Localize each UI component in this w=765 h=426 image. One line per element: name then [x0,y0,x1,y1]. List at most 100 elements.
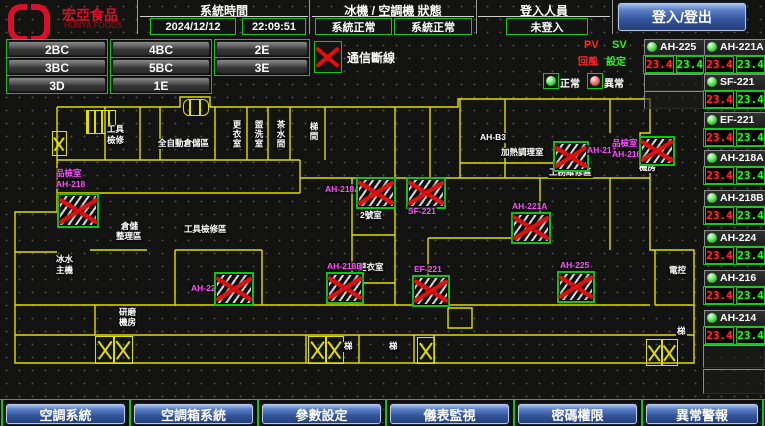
nav-password-authority-button[interactable]: 密碼權限 [518,404,637,424]
room-label: 機房 [118,318,137,328]
unit-values: 23.4 23.4 [703,166,765,185]
nav-abnormal-alarm-button[interactable]: 異常警報 [646,404,758,424]
footer-divider [129,400,131,426]
unit-led-icon [647,42,657,52]
unit-ah-216[interactable]: AH-216 [704,270,765,286]
room-label: 梯 [343,342,354,352]
device-icon-sf-221[interactable] [406,177,446,209]
room-label: 盥洗室 [253,120,265,149]
room-label: 茶水間 [275,120,287,149]
sv-value: 23.4 [736,129,765,146]
unit-led-icon [707,313,717,323]
unit-name: AH-225 [660,41,696,53]
shaft-icon [95,336,115,364]
room-label: 梯 [388,342,399,352]
pv-value: 23.4 [705,91,734,108]
nav-ahu-system-button[interactable]: 空調箱系統 [134,404,253,424]
shaft-icon [661,339,678,366]
unit-ah-218a[interactable]: AH-218A [704,150,765,166]
shaft-icon [113,336,133,364]
pv-value: 23.4 [705,207,734,224]
device-icon-ah-218[interactable] [57,193,99,228]
shaft-icon [417,337,435,364]
unit-values: 23.4 23.4 [703,206,765,225]
unit-sf-221[interactable]: SF-221 [704,74,765,90]
hmi-screen: 宏亞食品 HUNYA FOODS 系統時間 2024/12/12 22:09:5… [0,0,765,426]
device-label-ah-216: AH-216 [611,149,642,159]
sv-value: 23.4 [736,167,765,184]
unit-name: AH-218B [720,192,764,204]
device-room-label: 品檢室 [55,168,83,178]
unit-ah-224[interactable]: AH-224 [704,230,765,246]
pv-value: 23.4 [705,287,734,304]
sv-value: 23.4 [676,56,705,73]
empty-slot [703,369,765,394]
nav-ac-system-button[interactable]: 空調系統 [6,404,125,424]
empty-slot [703,345,765,368]
shaft-icon [52,131,67,156]
pv-value: 23.4 [705,327,734,344]
unit-name: SF-221 [720,76,754,88]
unit-name: AH-216 [720,272,756,284]
room-label: 梯 [676,327,687,337]
unit-values: 23.4 23.4 [703,128,765,147]
pv-value: 23.4 [705,247,734,264]
unit-ah-214[interactable]: AH-214 [704,310,765,326]
device-icon-ah-214[interactable] [553,141,589,172]
room-label: 主機 [55,266,74,276]
unit-ef-221[interactable]: EF-221 [704,112,765,128]
device-icon-ah-224[interactable] [214,272,254,306]
unit-ah-221a[interactable]: AH-221A [704,39,765,55]
room-label: 2號室 [359,211,383,221]
pv-value: 23.4 [645,56,674,73]
room-label: 更衣室 [231,120,243,149]
device-label-ef-221: EF-221 [413,264,443,274]
room-label: 加熱調理室 [500,148,545,158]
room-label: 整理區 [115,232,143,242]
unit-values: 23.4 23.4 [703,246,765,265]
unit-name: AH-218A [720,152,764,164]
unit-led-icon [707,42,717,52]
pv-value: 23.4 [705,129,734,146]
unit-name: AH-221A [720,41,764,53]
sv-value: 23.4 [736,327,765,344]
unit-name: EF-221 [720,114,754,126]
pv-value: 23.4 [705,56,734,73]
footer-divider [762,400,764,426]
room-label: AH-B3 [479,133,507,143]
device-room-label: 品檢室 [611,138,639,148]
unit-led-icon [707,193,717,203]
room-label: 全自動倉儲區 [157,139,210,149]
device-label-ah-221a: AH-221A [511,201,548,211]
sv-value: 23.4 [736,287,765,304]
unit-led-icon [707,153,717,163]
room-label: 檢修 [106,136,125,146]
footer-divider [513,400,515,426]
unit-values: 23.4 23.4 [703,286,765,305]
nav-meter-monitor-button[interactable]: 儀表監視 [390,404,509,424]
footer-divider [257,400,259,426]
device-label-ah-225: AH-225 [559,260,590,270]
device-label-sf-221: SF-221 [407,206,437,216]
device-icon-ah-216[interactable] [639,136,675,166]
empty-slot [644,74,703,91]
device-icon-ah-218a[interactable] [356,177,396,209]
unit-led-icon [707,115,717,125]
room-label: 工具 [106,125,125,135]
shaft-icon [325,336,344,364]
empty-slot [644,91,703,109]
device-icon-ah-221a[interactable] [511,212,551,244]
footer-divider [1,400,3,426]
device-label-ah-218: AH-218 [55,179,86,189]
device-icon-ef-221[interactable] [412,275,450,307]
device-icon-ah-225[interactable] [557,271,595,303]
unit-values: 23.4 23.4 [703,326,765,345]
unit-name: AH-214 [720,312,756,324]
unit-led-icon [707,273,717,283]
unit-ah-218b[interactable]: AH-218B [704,190,765,206]
device-icon-ah-218b[interactable] [326,272,364,304]
nav-parameter-settings-button[interactable]: 參數設定 [262,404,381,424]
unit-name: AH-224 [720,232,756,244]
unit-ah-225[interactable]: AH-225 [644,39,704,55]
footer-divider [385,400,387,426]
